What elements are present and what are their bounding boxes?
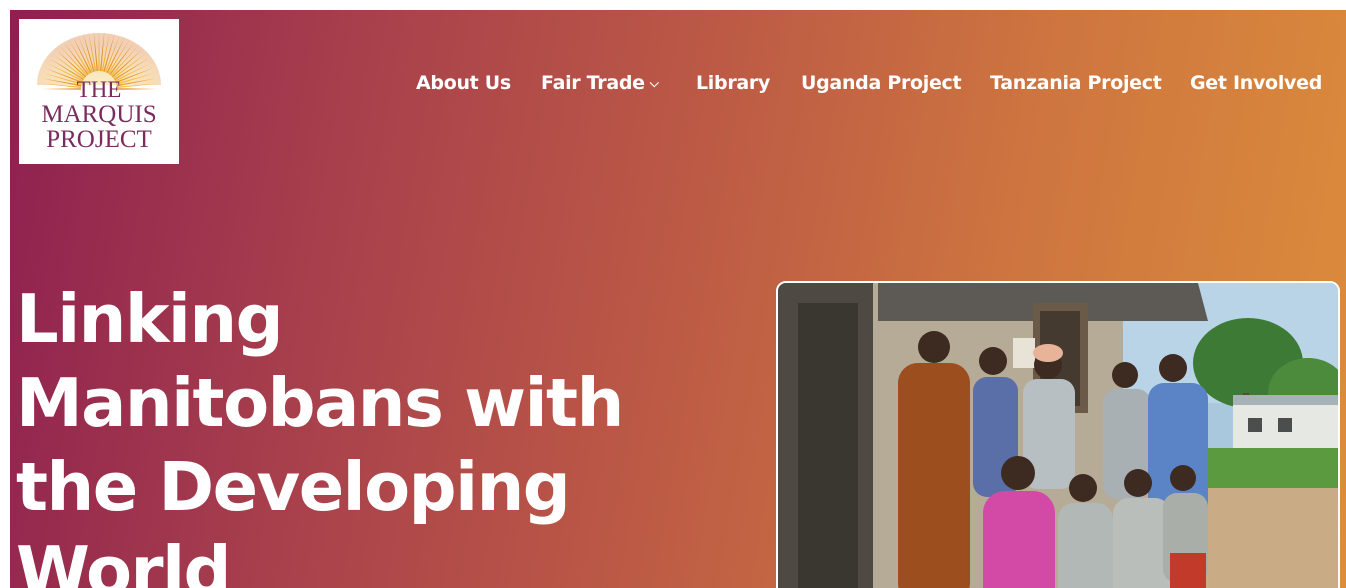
svg-text:PROJECT: PROJECT [46,126,152,153]
group-photo-image [778,283,1338,588]
logo-ray [116,88,157,90]
headline-line: Manitobans with [16,363,624,442]
chevron-down-icon: ⌵ [649,76,659,90]
nav-item-tanzania-project[interactable]: Tanzania Project [990,72,1162,94]
nav-item-get-involved[interactable]: Get Involved [1190,72,1322,94]
logo-sunburst-icon: THE MARQUIS PROJECT [37,31,161,153]
hero-headline: Linking Manitobans with the Developing W… [16,277,696,588]
main-nav: About Us Fair Trade ⌵ Library Uganda Proj… [410,72,1346,102]
nav-item-library[interactable]: Library [696,72,770,94]
svg-text:THE: THE [77,77,122,102]
headline-line: World [16,531,232,588]
headline-line: Linking [16,279,284,358]
headline-line: the Developing [16,447,571,526]
nav-item-about-us[interactable]: About Us [416,72,511,94]
hero-photo [776,281,1340,588]
nav-item-fair-trade[interactable]: Fair Trade ⌵ [541,72,659,94]
nav-item-uganda-project[interactable]: Uganda Project [801,72,962,94]
hero-banner: THE MARQUIS PROJECT About Us Fair Trade ⌵… [10,10,1346,588]
svg-text:MARQUIS: MARQUIS [41,101,156,128]
logo-ray [41,88,82,90]
marquis-project-logo[interactable]: THE MARQUIS PROJECT [19,19,179,164]
nav-item-label: Fair Trade [541,72,645,94]
